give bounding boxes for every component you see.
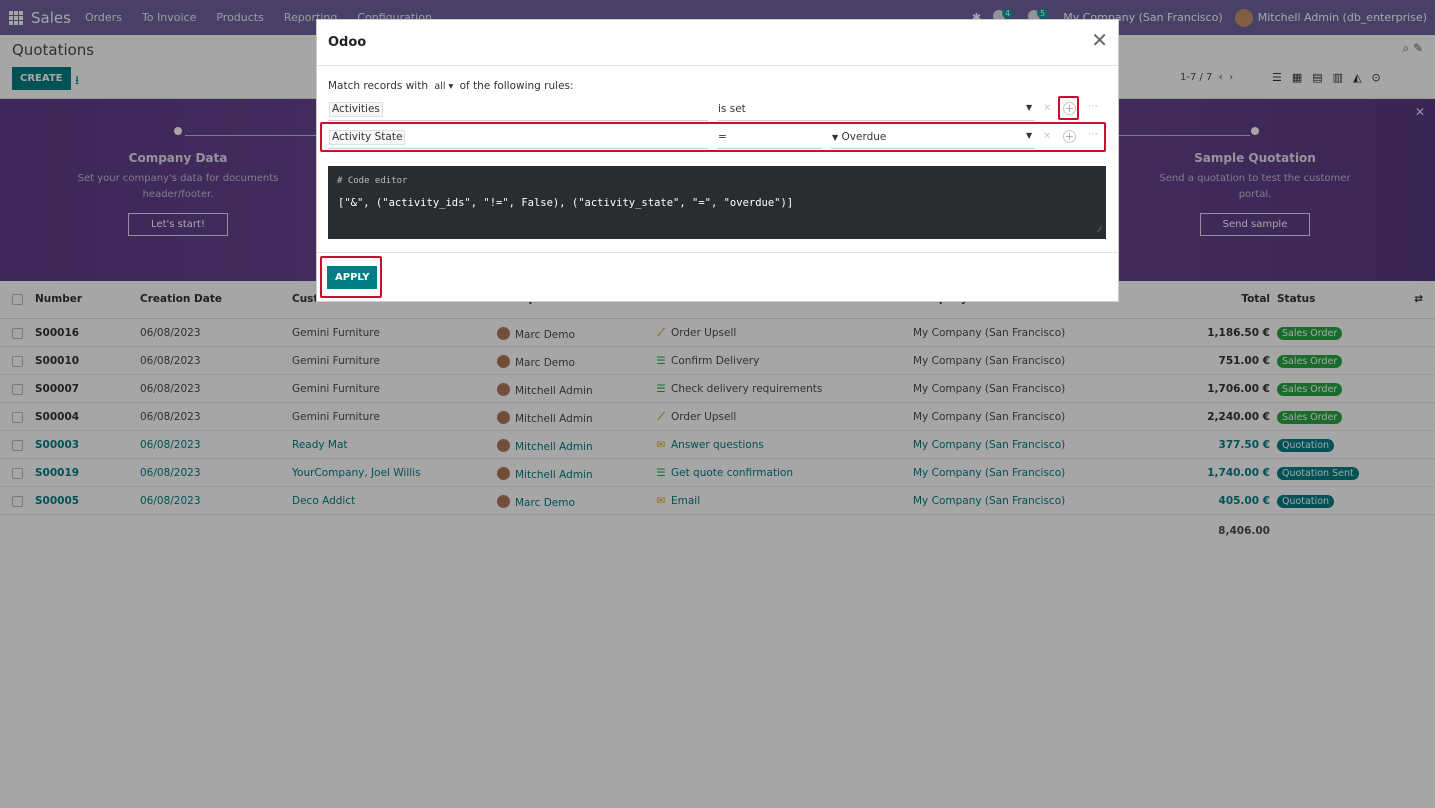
domain-editor-dialog: Odoo ✕ Match records with all ▾ of the f…: [316, 19, 1119, 302]
match-mode-value: all: [434, 81, 446, 92]
highlight-new-rule: [320, 122, 1106, 152]
operator-underline: [717, 120, 1035, 121]
chevron-down-icon[interactable]: ▼: [1026, 103, 1032, 112]
resize-handle-icon[interactable]: ⁄⁄: [1098, 225, 1101, 234]
match-suffix: of the following rules:: [459, 80, 574, 92]
dialog-title: Odoo: [328, 35, 367, 50]
code-editor-comment: # Code editor: [337, 176, 408, 186]
match-mode-select[interactable]: all ▾: [434, 81, 453, 92]
field-underline: [328, 120, 708, 121]
delete-rule-icon[interactable]: ✕: [1043, 103, 1051, 114]
code-editor[interactable]: # Code editor ["&", ("activity_ids", "!=…: [328, 166, 1106, 239]
close-icon[interactable]: ✕: [1091, 30, 1108, 50]
more-options-icon[interactable]: ⋯: [1088, 101, 1098, 112]
apply-button[interactable]: APPLY: [327, 266, 378, 289]
dialog-header: Odoo ✕: [317, 20, 1118, 66]
highlight-add-rule: [1058, 96, 1079, 120]
rule-field-select[interactable]: Activities: [329, 102, 383, 117]
dialog-footer: APPLY: [317, 252, 1118, 302]
match-prefix: Match records with: [328, 80, 429, 92]
domain-code[interactable]: ["&", ("activity_ids", "!=", False), ("a…: [338, 197, 793, 209]
domain-rule-activities: Activities is set ▼ ✕ + ⋯: [328, 99, 1105, 121]
match-line: Match records with all ▾ of the followin…: [328, 80, 574, 92]
rule-operator-select[interactable]: is set: [718, 103, 746, 115]
